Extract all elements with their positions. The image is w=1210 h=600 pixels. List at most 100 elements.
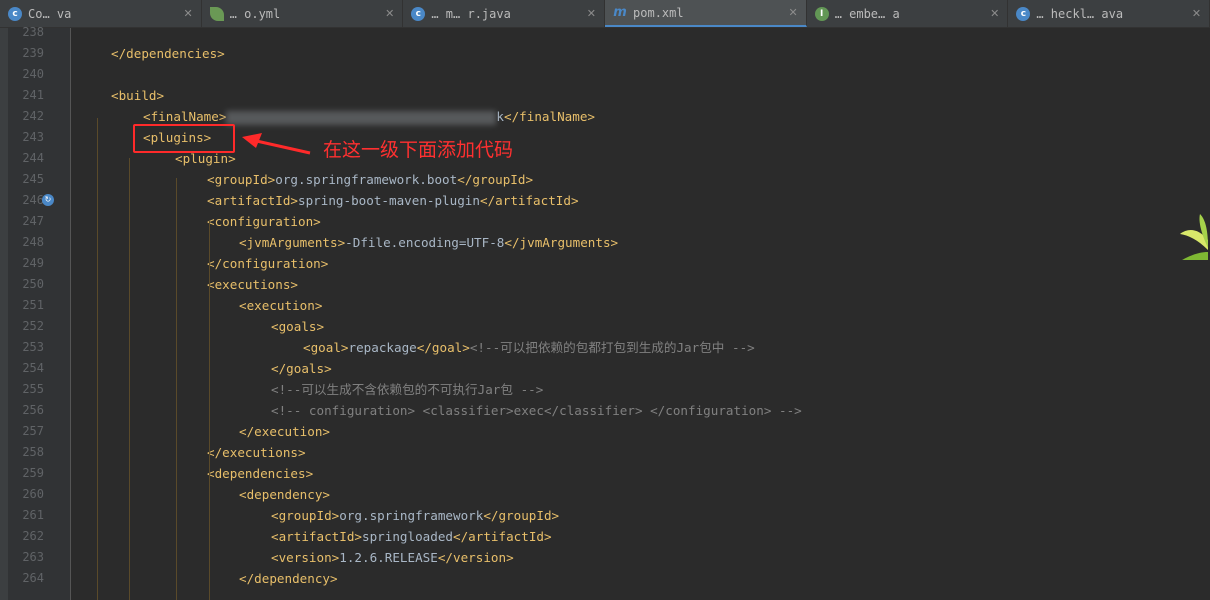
class-icon: c: [1016, 6, 1031, 21]
code-line: <version>1.2.6.RELEASE</version>: [271, 547, 514, 568]
code-line: <execution>: [239, 295, 322, 316]
code-line: <goal>repackage</goal><!--可以把依赖的包都打包到生成的…: [303, 337, 755, 358]
line-number: 245: [22, 172, 44, 186]
code-line: </dependencies>: [111, 43, 225, 64]
tab-label: … o.yml: [229, 6, 281, 21]
xml-tag: </configuration>: [207, 256, 329, 271]
code-line: <!-- configuration> <classifier>exec</cl…: [271, 400, 802, 421]
xml-tag: </execution>: [239, 424, 330, 439]
line-number: 259: [22, 466, 44, 480]
close-icon[interactable]: ✕: [587, 7, 596, 20]
tab-2[interactable]: c … m… r.java ✕: [403, 0, 606, 27]
xml-tag: <artifactId>: [207, 193, 298, 208]
line-number: 240: [22, 67, 44, 81]
xml-tag: <configuration>: [207, 214, 321, 229]
line-number: 261: [22, 508, 44, 522]
line-number: 250: [22, 277, 44, 291]
annotation-label: 在这一级下面添加代码: [323, 139, 514, 161]
close-icon[interactable]: ✕: [183, 7, 192, 20]
tab-5[interactable]: c … heckl… ava ✕: [1008, 0, 1210, 27]
line-number: 251: [22, 298, 44, 312]
code-line: <artifactId>spring-boot-maven-plugin</ar…: [207, 190, 579, 211]
xml-tag: <groupId>: [207, 172, 276, 187]
code-comment: <!-- configuration> <classifier>exec</cl…: [271, 403, 802, 418]
spring-leaf-icon: [209, 6, 224, 21]
line-number: 253: [22, 340, 44, 354]
xml-tag: <version>: [271, 550, 340, 565]
code-editor[interactable]: </dependencies> <build> <finalName> k</fina…: [71, 28, 1210, 600]
line-number: 257: [22, 424, 44, 438]
xml-tag: <jvmArguments>: [239, 235, 346, 250]
xml-tag: </artifactId>: [479, 193, 579, 208]
line-number: 252: [22, 319, 44, 333]
line-number: 263: [22, 550, 44, 564]
tab-3[interactable]: m pom.xml ✕: [605, 0, 807, 27]
code-line: <executions>: [207, 274, 298, 295]
indent-guide: [209, 220, 210, 600]
tab-label: Co… va: [28, 6, 72, 21]
xml-text: springloaded: [362, 529, 453, 544]
code-line: </dependency>: [239, 568, 338, 589]
xml-tag: </dependency>: [239, 571, 338, 586]
tab-label: … heckl… ava: [1036, 6, 1124, 21]
code-line: <configuration>: [207, 211, 321, 232]
tab-label: … embe… a: [834, 6, 900, 21]
xml-tag: <executions>: [207, 277, 298, 292]
gutter-navigate-icon[interactable]: ↻: [42, 194, 54, 206]
line-number: 262: [22, 529, 44, 543]
line-number: 255: [22, 382, 44, 396]
line-number: 248: [22, 235, 44, 249]
tab-1[interactable]: … o.yml ✕: [202, 0, 404, 27]
code-line: <dependency>: [239, 484, 330, 505]
xml-text: repackage: [348, 340, 417, 355]
class-icon: c: [8, 6, 22, 21]
close-icon[interactable]: ✕: [990, 7, 999, 20]
palm-decoration-icon: [1180, 214, 1208, 260]
xml-tag: <goals>: [271, 319, 325, 334]
xml-tag: </version>: [437, 550, 514, 565]
indent-guide: [129, 158, 130, 600]
code-line: <goals>: [271, 316, 324, 337]
line-number: 264: [22, 571, 44, 585]
xml-text: k: [496, 109, 504, 124]
xml-tag: </: [111, 46, 127, 61]
line-number-gutter: 238 239 240 241 242 243 244 245 246 ↻ 247 248 249 250…: [8, 25, 71, 600]
redacted-text: [226, 110, 497, 125]
code-line: <build>: [111, 85, 164, 106]
xml-tag: </jvmArguments>: [504, 235, 619, 250]
xml-tag: >: [217, 46, 225, 61]
xml-tag: <dependencies>: [207, 466, 314, 481]
line-number: 242: [22, 109, 44, 123]
code-comment: <!--可以把依赖的包都打包到生成的Jar包中 -->: [469, 340, 755, 355]
line-number: 238: [22, 25, 44, 39]
xml-tag: <plugin>: [175, 151, 236, 166]
line-number: 241: [22, 88, 44, 102]
line-number: 244: [22, 151, 44, 165]
line-number: 246: [22, 193, 44, 207]
line-number: 247: [22, 214, 44, 228]
code-line: <groupId>org.springframework</groupId>: [271, 505, 559, 526]
tab-label: … m… r.java: [431, 6, 511, 21]
xml-tag: </groupId>: [457, 172, 534, 187]
xml-tag: </artifactId>: [453, 529, 552, 544]
code-line: </goals>: [271, 358, 332, 379]
close-icon[interactable]: ✕: [385, 7, 394, 20]
indent-guide: [97, 118, 98, 600]
xml-tag: </goal>: [416, 340, 470, 355]
code-line: </executions>: [207, 442, 306, 463]
code-line: </configuration>: [207, 253, 328, 274]
editor-tab-bar: c Co… va ✕ … o.yml ✕ c … m… r.java ✕ m pom.xml ✕ I ……: [0, 0, 1210, 28]
interface-icon: I: [814, 6, 829, 21]
code-line: <jvmArguments>-Dfile.encoding=UTF-8</jvm…: [239, 232, 618, 253]
code-line: <!--可以生成不含依赖包的不可执行Jar包 -->: [271, 379, 543, 400]
xml-text: org.springframework: [339, 508, 484, 523]
close-icon[interactable]: ✕: [1192, 7, 1201, 20]
xml-text: -Dfile.encoding=UTF-8: [345, 235, 505, 250]
line-number: 256: [22, 403, 44, 417]
tab-4[interactable]: I … embe… a ✕: [807, 0, 1009, 27]
close-icon[interactable]: ✕: [788, 6, 797, 19]
xml-text: 1.2.6.RELEASE: [339, 550, 438, 565]
class-icon: c: [411, 6, 426, 21]
xml-tag: dependencies: [126, 46, 218, 61]
xml-tag: <artifactId>: [271, 529, 362, 544]
